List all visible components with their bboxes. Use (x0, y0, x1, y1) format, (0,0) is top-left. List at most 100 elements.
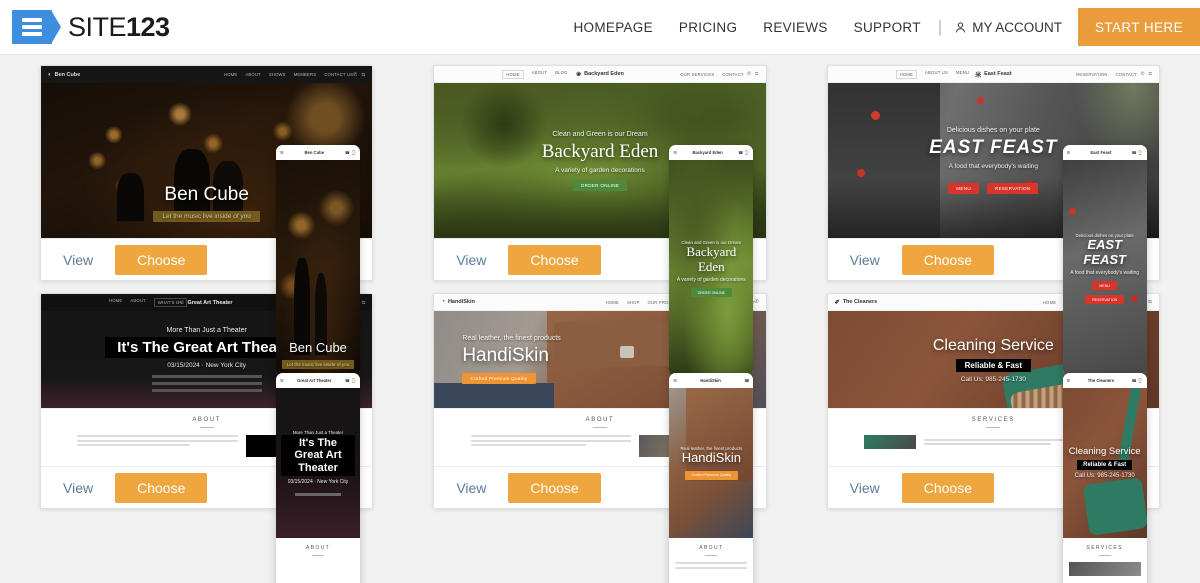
mobile-nav: ☰ HandiSkin ☎ (669, 373, 753, 388)
preview-menu-item: CONTACT (1116, 72, 1137, 77)
site-logo-icon: ◔ (441, 299, 445, 305)
preview-menu-item: ABOUT (245, 72, 260, 77)
section-title: SERVICES (972, 417, 1015, 423)
mobile-preview[interactable]: ☰ Ben Cube ☎ ⌚ Ben Cube Let the music li… (276, 145, 360, 377)
mobile-hero-kicker: Real leather, the finest products (680, 446, 742, 451)
view-button[interactable]: View (63, 252, 93, 268)
mobile-preview[interactable]: ☰ HandiSkin ☎ Real leather, the finest p… (669, 373, 753, 583)
hero-cta-button[interactable]: Crafted Premium Quality (462, 373, 535, 384)
mobile-nav: ☰ Ben Cube ☎ ⌚ (276, 145, 360, 160)
mobile-preview[interactable]: ☰ The Cleaners ☎ ⌚ Cleaning Service Reli… (1063, 373, 1147, 583)
view-button[interactable]: View (456, 252, 486, 268)
nav-reviews[interactable]: REVIEWS (750, 20, 840, 35)
choose-button[interactable]: Choose (902, 473, 994, 503)
mobile-hero-subtitle: 03/15/2024 · New York City (288, 479, 349, 485)
hero-cta-menu[interactable]: MENU (948, 183, 979, 194)
hero-cta-reservation[interactable]: RESERVATION (987, 183, 1038, 194)
hero-kicker: Clean and Green is our Dream (552, 131, 647, 138)
preview-site-logo: ◔ HandiSkin (441, 299, 475, 305)
mobile-section-title: ABOUT (699, 545, 723, 551)
template-card-backyard-eden: HOME ABOUT BLOG ❀ Backyard Eden OUR SERV… (433, 65, 766, 281)
mobile-hero: Real leather, the finest products HandiS… (669, 388, 753, 538)
nav-homepage[interactable]: HOMEPAGE (561, 20, 666, 35)
mobile-hero: Clean and Green is our Dream Backyard Ed… (669, 160, 753, 377)
hero-placeholder-lines (152, 375, 262, 392)
preview-menu-item: CONTACT (722, 72, 743, 77)
mobile-section-title: ABOUT (306, 545, 330, 551)
my-account-link[interactable]: MY ACCOUNT (946, 20, 1076, 35)
preview-menu-item: ABOUT (532, 70, 547, 79)
mobile-hero-subtitle: A food that everybody's waiting (1070, 270, 1139, 276)
section-text (471, 435, 631, 446)
mobile-hero-title: EAST FEAST (1068, 238, 1142, 267)
nav-pricing[interactable]: PRICING (666, 20, 750, 35)
view-button[interactable]: View (850, 480, 880, 496)
hero-title: HandiSkin (462, 345, 549, 367)
mobile-section-rule (312, 555, 324, 556)
preview-menu-item: BLOG (555, 70, 567, 79)
mobile-site-title: HandiSkin (700, 378, 720, 383)
view-button[interactable]: View (850, 252, 880, 268)
preview-nav-icons: ✆ ⮀ (747, 71, 758, 77)
preview-menu-item: SHOP (627, 300, 640, 305)
choose-button[interactable]: Choose (115, 245, 207, 275)
choose-button[interactable]: Choose (508, 473, 600, 503)
mobile-section-image (1069, 562, 1141, 576)
mobile-hero-title: Ben Cube (289, 341, 347, 356)
view-button[interactable]: View (456, 480, 486, 496)
mobile-hero-title: Backyard Eden (674, 245, 748, 274)
hero-title: Ben Cube (164, 184, 249, 206)
mobile-cta-menu[interactable]: MENU (1092, 281, 1117, 290)
hero-subtitle: Call Us: 985-245-1730 (961, 376, 1026, 383)
hamburger-icon: ☰ (673, 378, 677, 383)
preview-site-nav: ◐ Ben Cube HOME ABOUT SHOWS MEMBERS CONT… (41, 66, 372, 83)
main-navigation: HOMEPAGE PRICING REVIEWS SUPPORT | MY AC… (561, 0, 1200, 54)
mobile-cta-reservation[interactable]: RESERVATION (1085, 295, 1124, 304)
preview-site-menu: HOME ABOUT US MENU (896, 70, 969, 79)
phone-icon: ✆ (754, 299, 758, 305)
mobile-preview[interactable]: ☰ Great Art Theater ☎ ⌚ More Than Just a… (276, 373, 360, 583)
hero-cta-button[interactable]: ORDER ONLINE (573, 180, 628, 191)
preview-site-nav: HOME ABOUT US MENU 米 East Feast RESERVAT… (828, 66, 1159, 83)
hero-subtitle: A variety of garden decorations (555, 167, 645, 174)
start-here-button[interactable]: START HERE (1078, 8, 1200, 46)
preview-site-logo: ◌ Great Art Theater (181, 300, 233, 306)
choose-button[interactable]: Choose (508, 245, 600, 275)
mobile-preview[interactable]: ☰ East Feast ☎ ⌚ Delicious dishes on you… (1063, 145, 1147, 377)
section-rule (593, 427, 607, 428)
nav-separator: | (934, 17, 946, 37)
hero-kicker: More Than Just a Theater (167, 327, 247, 334)
brand-logo[interactable]: SITE123 (12, 10, 170, 44)
nav-support[interactable]: SUPPORT (841, 20, 934, 35)
site-logo-text: Ben Cube (55, 72, 81, 78)
mobile-hero: Delicious dishes on your plate EAST FEAS… (1063, 160, 1147, 377)
mobile-hero-cta[interactable]: ORDER ONLINE (691, 288, 732, 297)
preview-site-menu: HOME ABOUT BLOG (502, 70, 567, 79)
phone-icon: ✆ (353, 72, 357, 78)
template-card-east-feast: HOME ABOUT US MENU 米 East Feast RESERVAT… (827, 65, 1160, 281)
my-account-label: MY ACCOUNT (972, 20, 1062, 35)
hero-kicker: Delicious dishes on your plate (947, 127, 1040, 134)
mobile-section-text (675, 562, 747, 569)
site-logo-icon: ◐ (48, 72, 52, 78)
mobile-section-title: SERVICES (1086, 545, 1122, 551)
mobile-preview[interactable]: ☰ Backyard Eden ☎ ⌚ Clean and Green is o… (669, 145, 753, 377)
mobile-hero-cta[interactable]: Crafted Premium Quality (685, 471, 738, 480)
hero-subtitle: A food that everybody's waiting (949, 163, 1038, 170)
mobile-section-rule (705, 555, 717, 556)
mobile-hero-title: Cleaning Service (1069, 447, 1141, 458)
hamburger-icon: ☰ (280, 150, 284, 155)
view-button[interactable]: View (63, 480, 93, 496)
mobile-hero-kicker: Clean and Green is our Dream (681, 240, 741, 245)
mobile-nav-icons: ☎ (744, 378, 749, 383)
mobile-site-title: East Feast (1090, 150, 1111, 155)
preview-site-logo: 米 East Feast (975, 70, 1012, 79)
mobile-hero: Cleaning Service Reliable & Fast Call Us… (1063, 388, 1147, 538)
preview-menu-item: OUR SERVICES (680, 72, 714, 77)
preview-menu-item: ABOUT US (925, 70, 948, 79)
choose-button[interactable]: Choose (115, 473, 207, 503)
choose-button[interactable]: Choose (902, 245, 994, 275)
mobile-section-rule (1099, 555, 1111, 556)
preview-site-menu: HOME ABOUT SHOWS MEMBERS CONTACT US (224, 72, 353, 77)
preview-menu-item: WHAT'S ON (154, 298, 187, 307)
